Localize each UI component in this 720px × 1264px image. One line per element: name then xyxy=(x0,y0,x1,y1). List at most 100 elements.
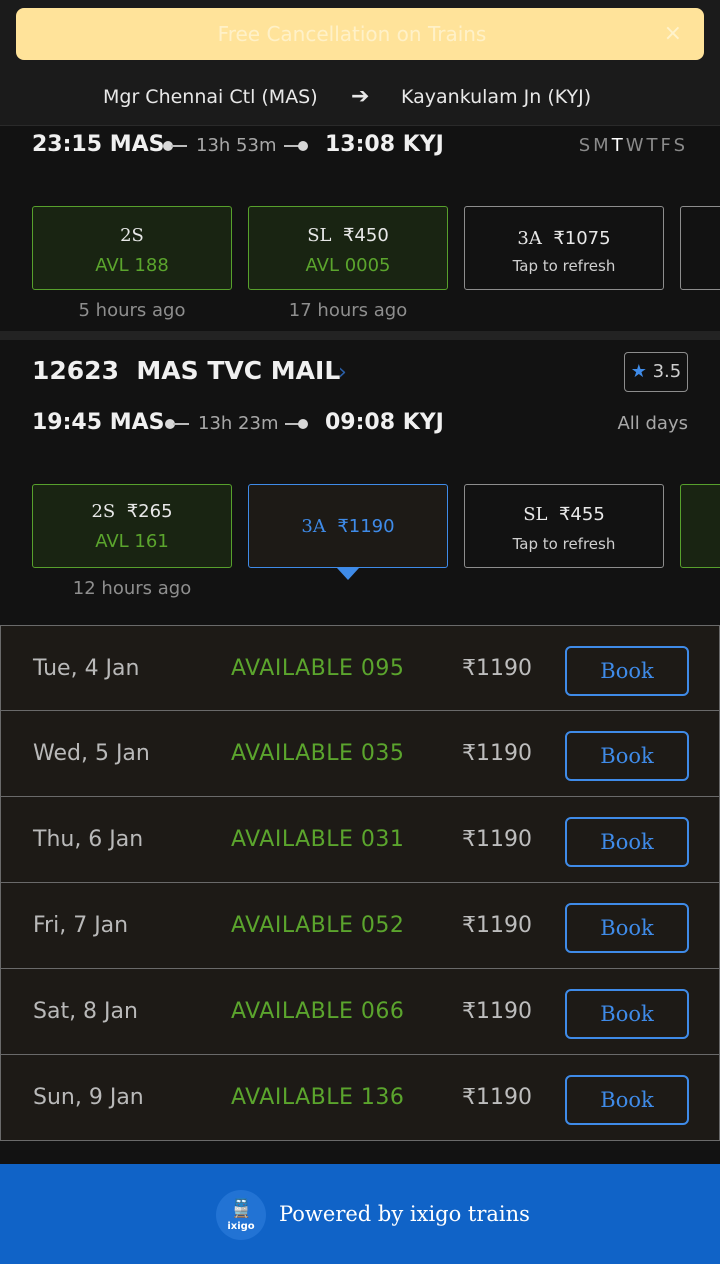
updated-time: 17 hours ago xyxy=(288,300,408,321)
day-wed: W xyxy=(625,135,647,156)
rating-value: 3.5 xyxy=(652,361,682,382)
class-name-price: 3A ₹1190 xyxy=(249,516,447,537)
row-date: Tue, 4 Jan xyxy=(33,656,140,681)
class-price: ₹455 xyxy=(558,504,605,525)
tap-to-refresh: Tap to refresh xyxy=(512,257,616,275)
logo-text: ixigo xyxy=(227,1221,255,1232)
departure-time: 19:45 MAS xyxy=(32,410,165,435)
destination-station: Kayankulam Jn (KYJ) xyxy=(401,86,592,108)
row-price: ₹1190 xyxy=(462,656,532,681)
book-button[interactable]: Book xyxy=(565,646,689,696)
row-date: Sun, 9 Jan xyxy=(33,1085,144,1110)
class-option-2s[interactable]: 2S ₹265 AVL 161 xyxy=(32,484,232,568)
train-number: 12623 xyxy=(32,356,119,385)
availability-row: Sun, 9 Jan AVAILABLE 136 ₹1190 Book xyxy=(0,1055,720,1141)
class-name: SL xyxy=(523,504,548,525)
availability-row: Fri, 7 Jan AVAILABLE 052 ₹1190 Book xyxy=(0,883,720,969)
row-price: ₹1190 xyxy=(462,913,532,938)
origin-station: Mgr Chennai Ctl (MAS) xyxy=(103,86,318,108)
duration-line xyxy=(173,423,189,425)
day-tue: T xyxy=(611,135,626,156)
book-button[interactable]: Book xyxy=(565,989,689,1039)
day-mon: M xyxy=(593,135,612,156)
availability-row: Wed, 5 Jan AVAILABLE 035 ₹1190 Book xyxy=(0,711,720,797)
train-icon: 🚆 xyxy=(230,1198,253,1219)
train-name: MAS TVC MAIL xyxy=(136,356,341,385)
row-status: AVAILABLE 035 xyxy=(231,741,405,766)
selected-pointer xyxy=(337,568,359,580)
row-status: AVAILABLE 136 xyxy=(231,1085,405,1110)
class-name-price: 3A ₹1075 xyxy=(465,228,663,249)
availability-row: Sat, 8 Jan AVAILABLE 066 ₹1190 Book xyxy=(0,969,720,1055)
row-status: AVAILABLE 095 xyxy=(231,656,405,681)
updated-time: 12 hours ago xyxy=(72,578,192,599)
class-name: 2S xyxy=(91,501,116,522)
chevron-right-icon[interactable]: › xyxy=(338,360,347,385)
book-button[interactable]: Book xyxy=(565,731,689,781)
book-button[interactable]: Book xyxy=(565,903,689,953)
arrival-time: 09:08 KYJ xyxy=(325,410,444,435)
availability-row: Tue, 4 Jan AVAILABLE 095 ₹1190 Book xyxy=(0,625,720,711)
duration: 13h 53m xyxy=(196,135,277,156)
card-separator xyxy=(0,331,720,340)
row-date: Thu, 6 Jan xyxy=(33,827,144,852)
close-icon[interactable]: × xyxy=(664,8,682,60)
class-status: AVL 161 xyxy=(95,531,169,552)
book-button[interactable]: Book xyxy=(565,817,689,867)
class-status: AVL 188 xyxy=(95,255,169,276)
day-sat: S xyxy=(673,135,688,156)
train-title[interactable]: 12623 MAS TVC MAIL xyxy=(32,356,340,385)
row-date: Fri, 7 Jan xyxy=(33,913,129,938)
rating-badge[interactable]: ★ 3.5 xyxy=(624,352,688,392)
route-header: Mgr Chennai Ctl (MAS) ➔ Kayankulam Jn (K… xyxy=(0,68,720,126)
row-price: ₹1190 xyxy=(462,741,532,766)
powered-by-text: Powered by ixigo trains xyxy=(279,1202,530,1226)
ixigo-logo: 🚆 ixigo xyxy=(216,1190,266,1240)
row-status: AVAILABLE 031 xyxy=(231,827,405,852)
class-option-sl[interactable]: SL ₹450 AVL 0005 xyxy=(248,206,448,290)
class-name: 3A xyxy=(517,228,542,249)
timing-row: 19:45 MAS 13h 23m 09:08 KYJ xyxy=(32,410,688,440)
class-option-3a[interactable]: 3A ₹1075 Tap to refresh xyxy=(464,206,664,290)
class-price: ₹450 xyxy=(342,225,389,246)
row-date: Sat, 8 Jan xyxy=(33,999,138,1024)
class-option-3a-selected[interactable]: 3A ₹1190 xyxy=(248,484,448,568)
free-cancellation-banner[interactable]: Free Cancellation on Trains × xyxy=(16,8,704,60)
duration-line xyxy=(171,145,187,147)
day-sun: S xyxy=(578,135,594,156)
class-option-2s[interactable]: 2S AVL 188 xyxy=(32,206,232,290)
class-status: AVL 0005 xyxy=(305,255,391,276)
train-card[interactable]: 12623 MAS TVC MAIL › ★ 3.5 19:45 MAS 13h… xyxy=(0,340,720,625)
day-fri: F xyxy=(660,135,674,156)
class-option-more[interactable] xyxy=(680,206,720,290)
class-option-more[interactable] xyxy=(680,484,720,568)
class-price: ₹1075 xyxy=(553,228,611,249)
day-thu: T xyxy=(646,135,661,156)
class-name: SL xyxy=(307,225,332,246)
arrival-time: 13:08 KYJ xyxy=(325,132,444,157)
train-card[interactable]: 23:15 MAS 13h 53m 13:08 KYJ SMTWTFS 2S A… xyxy=(0,126,720,331)
departure-time: 23:15 MAS xyxy=(32,132,165,157)
banner-container: Free Cancellation on Trains × xyxy=(0,0,720,68)
book-button[interactable]: Book xyxy=(565,1075,689,1125)
class-name-price: SL ₹455 xyxy=(465,504,663,525)
row-status: AVAILABLE 066 xyxy=(231,999,405,1024)
row-price: ₹1190 xyxy=(462,827,532,852)
availability-list: Tue, 4 Jan AVAILABLE 095 ₹1190 Book Wed,… xyxy=(0,625,720,1141)
class-name-price: 2S ₹265 xyxy=(33,501,231,522)
row-price: ₹1190 xyxy=(462,1085,532,1110)
running-days: All days xyxy=(617,413,688,434)
duration: 13h 23m xyxy=(198,413,279,434)
row-date: Wed, 5 Jan xyxy=(33,741,150,766)
tap-to-refresh: Tap to refresh xyxy=(512,535,616,553)
availability-row: Thu, 6 Jan AVAILABLE 031 ₹1190 Book xyxy=(0,797,720,883)
class-price: ₹265 xyxy=(126,501,173,522)
arrow-right-icon: ➔ xyxy=(351,84,370,109)
powered-by-footer[interactable]: 🚆 ixigo Powered by ixigo trains xyxy=(0,1164,720,1264)
star-icon: ★ xyxy=(630,361,647,382)
class-option-sl[interactable]: SL ₹455 Tap to refresh xyxy=(464,484,664,568)
class-name-price: SL ₹450 xyxy=(249,225,447,246)
class-price: ₹1190 xyxy=(337,516,395,537)
arrival-dot xyxy=(298,141,308,151)
running-days: SMTWTFS xyxy=(579,135,688,156)
